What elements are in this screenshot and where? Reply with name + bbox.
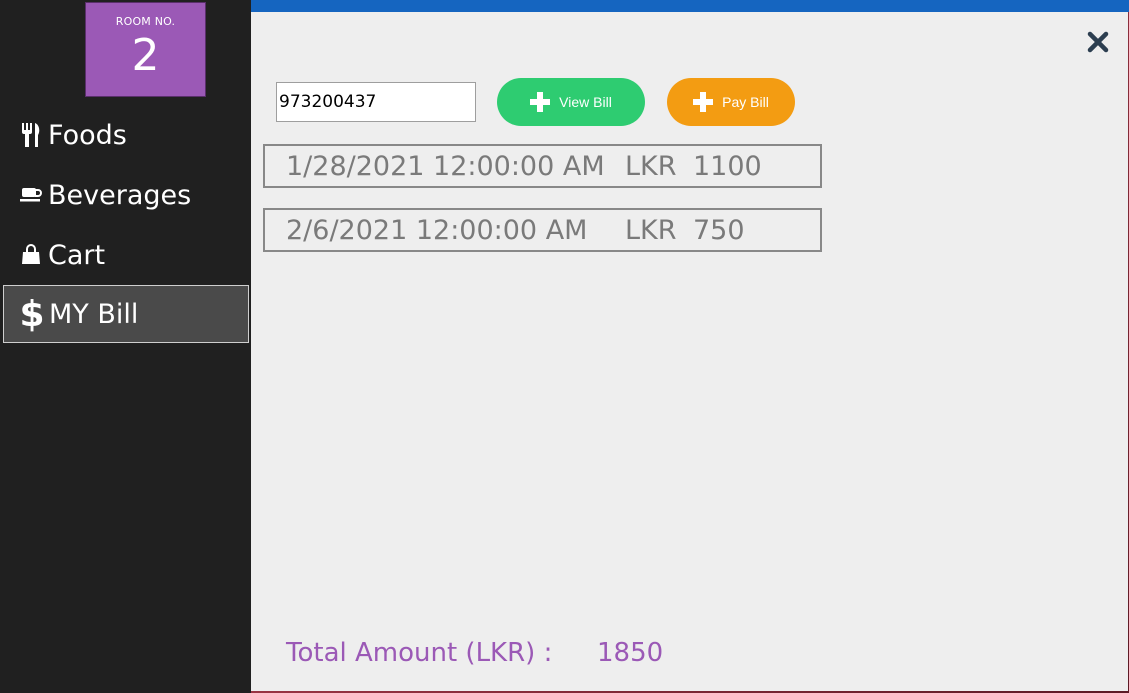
nav-item-label: Beverages [48,179,192,211]
svg-text:$: $ [20,295,44,333]
plus-icon [693,92,714,112]
nav-item-beverages[interactable]: Beverages [3,166,249,224]
nav-item-my-bill[interactable]: $ MY Bill [3,285,249,343]
bill-panel: View Bill Pay Bill 1/28/2021 12:00:00 AM… [251,12,1128,691]
shopping-bag-icon [16,244,46,266]
dollar-icon: $ [17,295,47,333]
total-label: Total Amount (LKR) : [286,638,553,668]
view-bill-button[interactable]: View Bill [497,78,645,126]
view-bill-label: View Bill [559,94,612,110]
nav-item-cart[interactable]: Cart [3,226,249,284]
bill-amount: 1100 [693,151,762,182]
nav-item-label: Cart [48,239,106,271]
utensils-icon [16,122,46,148]
total-value: 1850 [597,638,664,668]
bill-amount: 750 [693,215,745,246]
pay-bill-button[interactable]: Pay Bill [667,78,795,126]
nav-item-foods[interactable]: Foods [3,106,249,164]
bill-currency: LKR [625,215,677,246]
bill-currency: LKR [625,151,677,182]
bill-date: 1/28/2021 12:00:00 AM [286,151,605,182]
plus-icon [530,92,551,112]
nav-item-label: MY Bill [49,298,139,330]
sidebar: ROOM NO. 2 Foods Beverages Cart $ MY Bil… [0,0,251,693]
coffee-cup-icon [16,185,46,205]
room-tile: ROOM NO. 2 [85,2,206,97]
room-number: 2 [131,30,160,81]
close-icon[interactable] [1086,30,1110,54]
customer-id-input[interactable] [276,82,476,122]
pay-bill-label: Pay Bill [722,94,769,110]
bill-row[interactable]: 2/6/2021 12:00:00 AM LKR 750 [263,208,822,252]
title-bar [251,0,1129,12]
bill-date: 2/6/2021 12:00:00 AM [286,215,588,246]
nav-item-label: Foods [48,119,127,151]
room-label: ROOM NO. [115,15,176,28]
bill-row[interactable]: 1/28/2021 12:00:00 AM LKR 1100 [263,144,822,188]
